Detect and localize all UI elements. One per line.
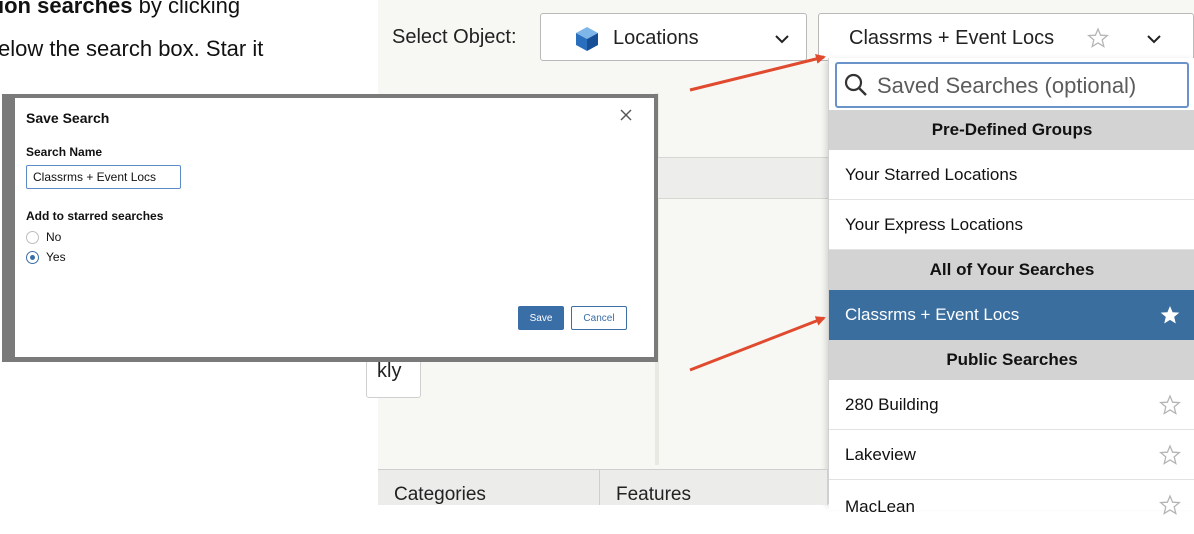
saved-search-select[interactable]: Classrms + Event Locs: [818, 13, 1194, 61]
tab-categories[interactable]: Categories: [378, 470, 600, 505]
star-outline-icon[interactable]: [1159, 394, 1181, 416]
radio-button-no[interactable]: [26, 231, 39, 244]
chevron-down-icon: [775, 35, 789, 44]
list-item-label: Your Express Locations: [845, 215, 1023, 234]
group-header-predefined: Pre-Defined Groups: [829, 110, 1194, 150]
saved-searches-dropdown: Pre-Defined Groups Your Starred Location…: [828, 58, 1194, 516]
list-item-label: Lakeview: [845, 445, 916, 464]
saved-search-value: Classrms + Event Locs: [849, 27, 1055, 49]
instruction-line-1: ion searches by clicking: [0, 0, 241, 18]
list-item-express-locations[interactable]: Your Express Locations: [829, 200, 1194, 250]
bottom-tabs: Categories Features: [378, 469, 828, 505]
cancel-button[interactable]: Cancel: [571, 306, 627, 330]
instruction-text: ion searches by clicking elow the search…: [0, 0, 380, 90]
chevron-down-icon: [1147, 35, 1161, 44]
star-outline-icon[interactable]: [1159, 494, 1181, 516]
instruction-line-2: elow the search box. Star it: [0, 36, 264, 61]
tab-features[interactable]: Features: [600, 470, 828, 505]
radio-button-yes[interactable]: [26, 251, 39, 264]
tab-label: Features: [616, 484, 691, 505]
weekly-button-label: kly: [377, 360, 402, 382]
search-icon: [844, 73, 867, 96]
saved-searches-input[interactable]: [875, 70, 1179, 102]
tab-label: Categories: [394, 484, 486, 505]
star-outline-icon[interactable]: [1159, 444, 1181, 466]
list-item-label: MacLean: [845, 497, 915, 516]
object-select[interactable]: Locations: [540, 13, 807, 61]
save-button[interactable]: Save: [518, 306, 564, 330]
search-name-input[interactable]: [26, 165, 181, 189]
star-outline-icon[interactable]: [1087, 27, 1109, 49]
group-header-your-searches: All of Your Searches: [829, 250, 1194, 290]
group-header-public-searches: Public Searches: [829, 340, 1194, 380]
list-item-starred-locations[interactable]: Your Starred Locations: [829, 150, 1194, 200]
starred-searches-label: Add to starred searches: [26, 209, 164, 223]
cube-icon: [576, 27, 598, 51]
background-row: [655, 157, 828, 199]
select-object-label: Select Object:: [392, 26, 517, 48]
list-item-classrms-event-locs[interactable]: Classrms + Event Locs: [829, 290, 1194, 340]
radio-label-yes: Yes: [46, 250, 66, 264]
list-item-280-building[interactable]: 280 Building: [829, 380, 1194, 430]
list-item-label: 280 Building: [845, 395, 939, 414]
list-item-maclean[interactable]: MacLean: [829, 480, 1194, 516]
modal-title: Save Search: [26, 110, 110, 126]
saved-searches-search-box[interactable]: [835, 62, 1189, 108]
search-name-label: Search Name: [26, 145, 103, 159]
object-select-value: Locations: [613, 27, 699, 49]
close-icon[interactable]: [619, 108, 633, 122]
list-item-label: Your Starred Locations: [845, 165, 1018, 184]
save-search-modal: Save Search Search Name Add to starred s…: [15, 98, 654, 357]
radio-label-no: No: [46, 230, 62, 244]
star-filled-icon[interactable]: [1159, 304, 1181, 326]
list-item-lakeview[interactable]: Lakeview: [829, 430, 1194, 480]
list-item-label: Classrms + Event Locs: [845, 305, 1020, 324]
